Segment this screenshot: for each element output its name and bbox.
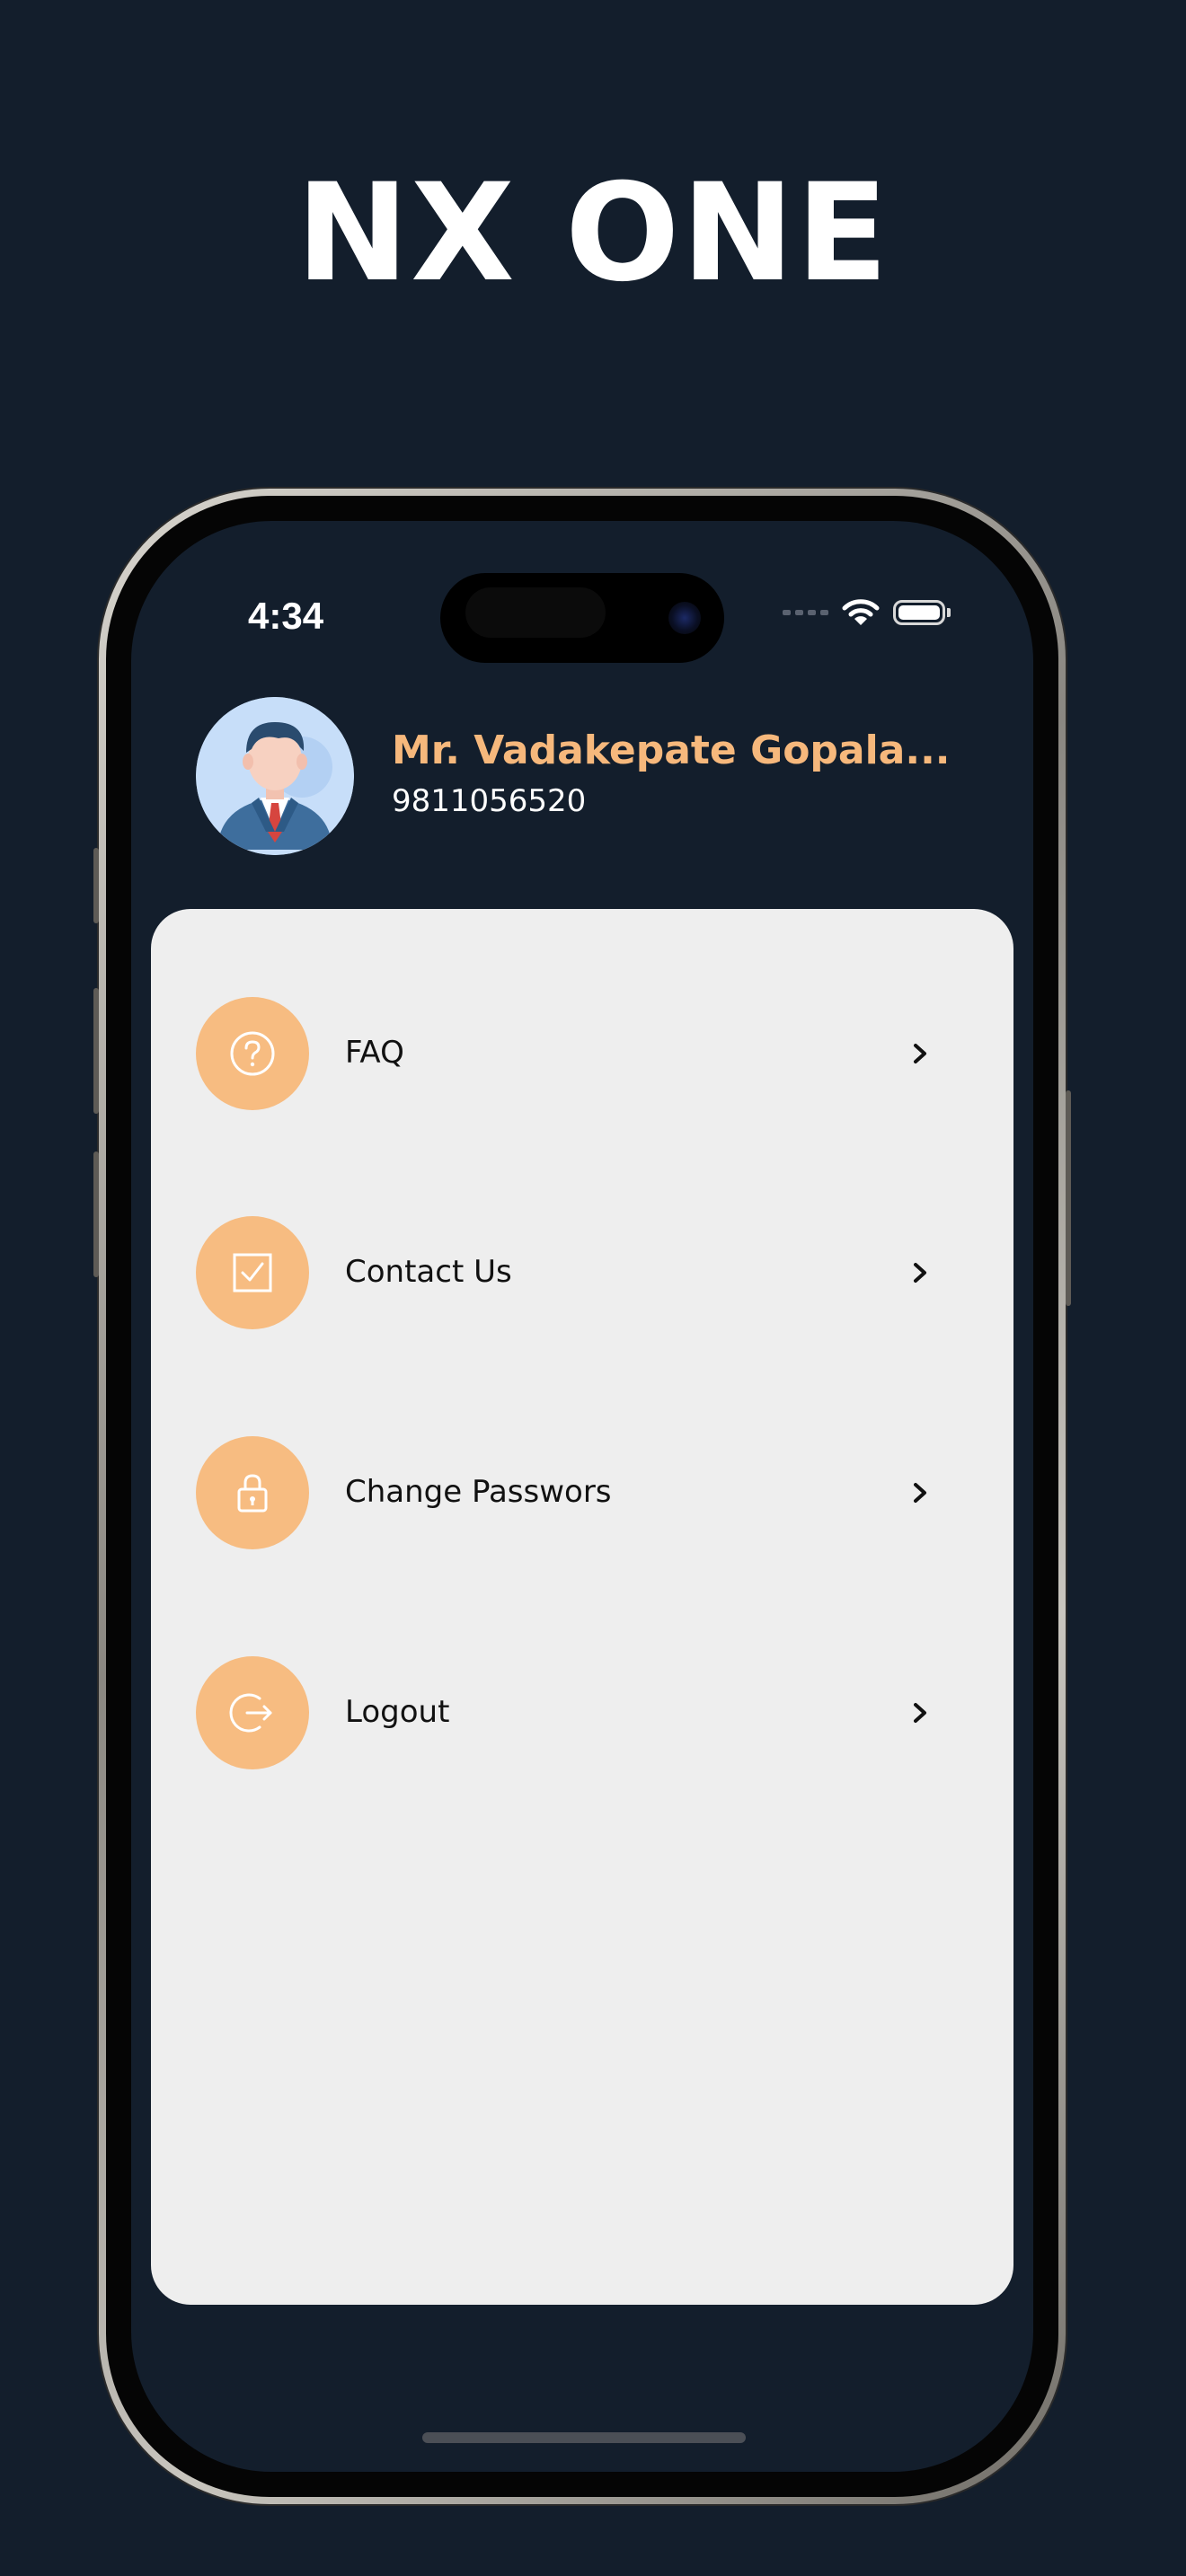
menu-item-label: Contact Us xyxy=(345,1254,512,1290)
logout-icon xyxy=(229,1693,272,1733)
status-icons xyxy=(783,586,951,640)
app-screen: 4:34 Mr. Vadakepate Gopala... 9811056520… xyxy=(131,521,1033,2472)
brand-title: NX ONE xyxy=(296,155,890,312)
front-camera-icon xyxy=(668,602,701,634)
menu-card: FAQ Contact Us Change Passwors Logout xyxy=(151,909,1013,2305)
menu-item-label: FAQ xyxy=(345,1035,404,1071)
phone-power-button xyxy=(1066,1090,1071,1306)
menu-item-logout[interactable]: Logout xyxy=(151,1654,1013,1771)
phone-volume-up-button xyxy=(93,988,99,1114)
avatar[interactable] xyxy=(196,697,354,855)
wifi-icon xyxy=(842,599,880,625)
menu-icon-circle xyxy=(196,1216,309,1329)
phone-action-button xyxy=(93,848,99,923)
cellular-signal-icon xyxy=(783,610,828,615)
battery-cap xyxy=(947,608,951,617)
island-sensor-area xyxy=(465,587,606,638)
status-time: 4:34 xyxy=(248,595,324,637)
menu-icon-circle xyxy=(196,1656,309,1769)
profile-phone: 9811056520 xyxy=(392,783,587,819)
chevron-right-icon xyxy=(914,1263,926,1283)
home-indicator[interactable] xyxy=(422,2432,746,2443)
dynamic-island xyxy=(440,573,724,663)
menu-item-contact-us[interactable]: Contact Us xyxy=(151,1214,1013,1331)
phone-volume-down-button xyxy=(93,1151,99,1277)
chevron-right-icon xyxy=(914,1703,926,1723)
menu-item-label: Change Passwors xyxy=(345,1474,612,1510)
phone-frame: 4:34 Mr. Vadakepate Gopala... 9811056520… xyxy=(93,489,1071,2504)
menu-item-faq[interactable]: FAQ xyxy=(151,995,1013,1112)
chevron-right-icon xyxy=(914,1483,926,1503)
battery-icon xyxy=(893,600,945,625)
question-circle-icon xyxy=(230,1031,275,1076)
checkbox-icon xyxy=(233,1253,272,1292)
menu-item-label: Logout xyxy=(345,1694,450,1730)
lock-icon xyxy=(237,1474,268,1513)
menu-item-change-password[interactable]: Change Passwors xyxy=(151,1434,1013,1551)
chevron-right-icon xyxy=(914,1044,926,1063)
profile-name: Mr. Vadakepate Gopala... xyxy=(392,728,951,773)
businessman-avatar-icon xyxy=(196,697,354,855)
menu-icon-circle xyxy=(196,1436,309,1549)
menu-icon-circle xyxy=(196,997,309,1110)
